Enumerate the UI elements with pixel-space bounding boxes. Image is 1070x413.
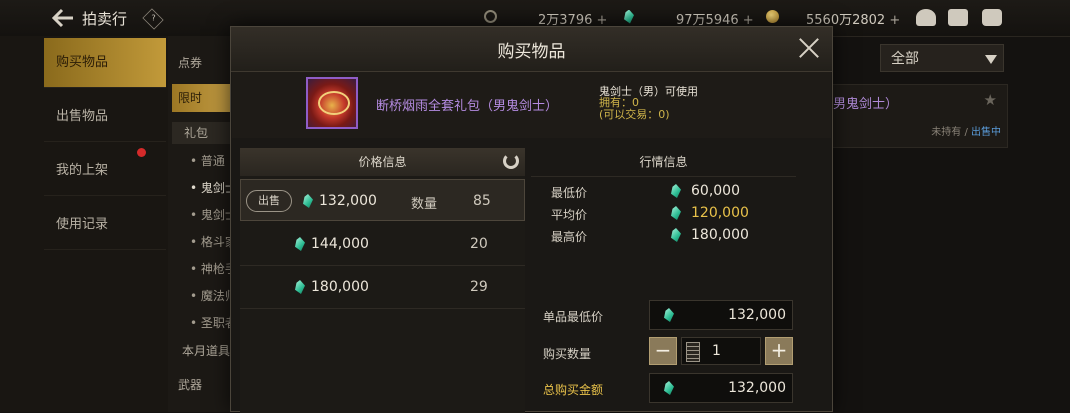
star-icon[interactable]: ★: [984, 91, 997, 109]
dialog-title: 购买物品: [497, 42, 566, 62]
filter-value: 全部: [891, 51, 919, 67]
close-icon[interactable]: [798, 37, 820, 59]
gem-icon: [664, 381, 674, 395]
market-min-label: 最低价: [551, 186, 588, 200]
market-info-header: 行情信息: [531, 148, 796, 177]
gem-icon: [664, 308, 674, 322]
total-label: 总购买金额: [543, 383, 604, 397]
row-qty: 20: [470, 236, 488, 252]
help-icon[interactable]: ?: [142, 8, 164, 30]
gem-icon: [624, 9, 634, 24]
row-qty: 29: [470, 279, 488, 295]
gift-box-icon[interactable]: [306, 77, 358, 129]
qty-plus-button[interactable]: +: [765, 337, 793, 365]
qty-minus-button[interactable]: −: [649, 337, 677, 365]
price-info-header: 价格信息: [240, 148, 525, 176]
gold-coin-icon: [766, 10, 779, 23]
list-item-status: 未持有 / 出售中: [931, 127, 1001, 138]
category-item-limited[interactable]: 限时: [172, 84, 234, 112]
refresh-icon[interactable]: [503, 153, 519, 169]
market-max-label: 最高价: [551, 230, 588, 244]
unit-price-label: 单品最低价: [543, 310, 604, 324]
price-row[interactable]: 144,000 20: [240, 223, 525, 266]
currency-c-coin: [484, 9, 497, 24]
list-item[interactable]: 男鬼剑士） ★ 未持有 / 出售中: [832, 84, 1008, 148]
sidebar-item-sell[interactable]: 出售物品: [44, 92, 166, 142]
unit-price-field: 132,000: [649, 300, 793, 330]
row-price: 144,000: [295, 236, 369, 252]
item-summary: 断桥烟雨全套礼包（男鬼剑士） 鬼剑士（男）可使用 拥有：0 (可以交易：0): [232, 72, 831, 138]
row-qty: 85: [473, 193, 491, 209]
row-qty-label: 数量: [411, 197, 438, 212]
qty-input[interactable]: 1: [681, 337, 761, 365]
bag-icon[interactable]: [916, 9, 936, 26]
dialog-header: 购买物品: [231, 27, 832, 72]
chevron-down-icon: [985, 55, 997, 64]
list-item-name: 男鬼剑士）: [833, 97, 899, 112]
price-info-panel: 价格信息 出售 132,000 数量 85 144,000 20 180,000…: [240, 148, 525, 413]
buy-item-dialog: 购买物品 断桥烟雨全套礼包（男鬼剑士） 鬼剑士（男）可使用 拥有：0 (可以交易…: [230, 26, 833, 413]
market-avg-value: 120,000: [671, 205, 749, 221]
gem-icon: [671, 228, 681, 242]
page-title: 拍卖行: [82, 10, 128, 28]
back-arrow-icon[interactable]: [52, 8, 74, 28]
price-row[interactable]: 180,000 29: [240, 266, 525, 309]
sidebar: 购买物品 出售物品 我的上架 使用记录: [0, 36, 168, 412]
currency-gold: [766, 9, 779, 24]
row-price: 132,000: [303, 193, 377, 209]
mail-icon[interactable]: [948, 9, 968, 26]
sell-badge: 出售: [246, 190, 292, 212]
market-avg-label: 平均价: [551, 208, 588, 222]
sidebar-item-buy[interactable]: 购买物品: [44, 38, 166, 88]
chat-icon[interactable]: [982, 9, 1002, 26]
calculator-icon[interactable]: [686, 342, 700, 362]
sidebar-item-my-listings[interactable]: 我的上架: [44, 146, 166, 196]
sidebar-item-history[interactable]: 使用记录: [44, 200, 166, 250]
total-price-field: 132,000: [649, 373, 793, 403]
gem-icon: [303, 194, 313, 208]
row-price: 180,000: [295, 279, 369, 295]
filter-dropdown[interactable]: 全部: [880, 44, 1004, 72]
gem-icon: [295, 280, 305, 294]
gem-icon: [671, 206, 681, 220]
item-name: 断桥烟雨全套礼包（男鬼剑士）: [376, 99, 559, 114]
buy-qty-label: 购买数量: [543, 347, 592, 361]
market-max-value: 180,000: [671, 227, 749, 243]
notification-dot: [137, 148, 146, 157]
currency-gem: [624, 9, 634, 24]
item-owned: 拥有：0 (可以交易：0): [599, 96, 670, 121]
market-info-panel: 行情信息 最低价 60,000 平均价 120,000 最高价 180,000: [531, 148, 796, 248]
price-row[interactable]: 出售 132,000 数量 85: [240, 179, 525, 221]
gem-icon: [295, 237, 305, 251]
category-list: 点券 限时 礼包 • 普通 • 鬼剑士 • 鬼剑士 • 格斗家 • 神枪手 • …: [168, 36, 246, 412]
c-coin-icon: [484, 10, 497, 23]
gem-icon: [671, 184, 681, 198]
market-min-value: 60,000: [671, 183, 740, 199]
